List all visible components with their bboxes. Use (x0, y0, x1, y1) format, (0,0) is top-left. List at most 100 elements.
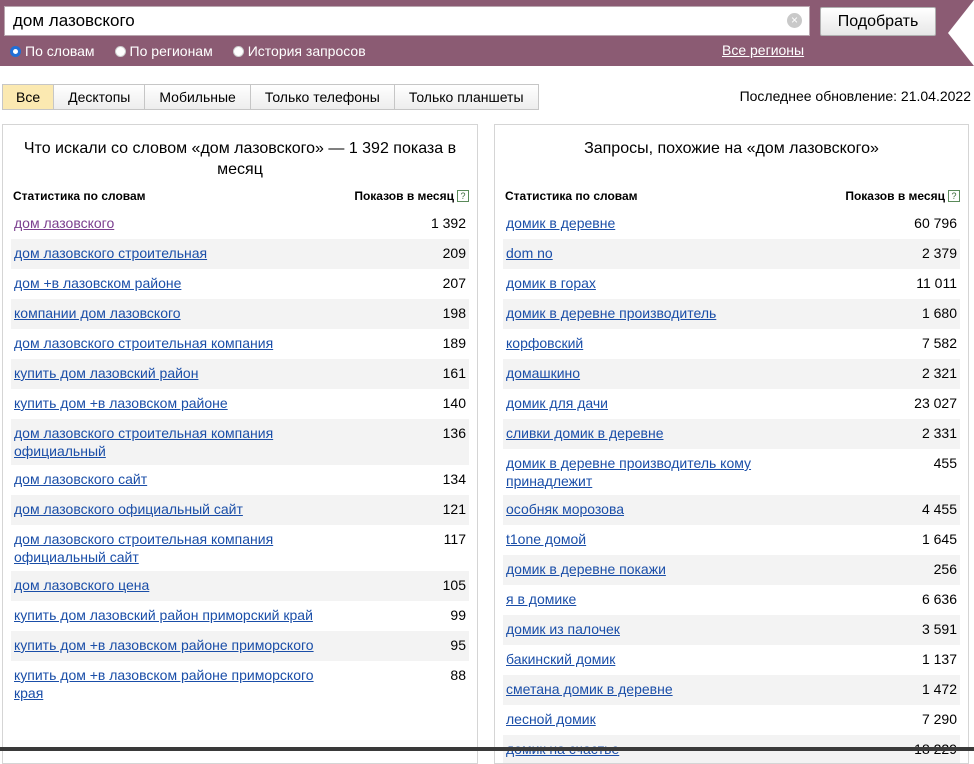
keyword-link[interactable]: домашкино (503, 359, 816, 387)
keyword-link[interactable]: домик в деревне производитель кому прина… (503, 449, 816, 495)
keyword-link[interactable]: купить дом лазовский район (11, 359, 324, 387)
keyword-link[interactable]: корфовский (503, 329, 816, 357)
keyword-link[interactable]: дом лазовского официальный сайт (11, 495, 324, 523)
keyword-link[interactable]: дом лазовского строительная компания (11, 329, 324, 357)
keyword-link[interactable]: купить дом лазовский район приморский кр… (11, 601, 324, 629)
impressions-count: 161 (442, 365, 466, 381)
radio-icon[interactable] (114, 45, 126, 57)
left-panel-title: Что искали со словом «дом лазовского» — … (23, 140, 457, 178)
radio-icon[interactable] (232, 45, 244, 57)
keyword-link[interactable]: дом лазовского строительная (11, 239, 324, 267)
header-notch (948, 0, 974, 66)
impressions-count: 2 331 (921, 425, 957, 441)
keyword-link[interactable]: домик для дачи (503, 389, 816, 417)
keyword-link[interactable]: сливки домик в деревне (503, 419, 816, 447)
clear-icon[interactable]: × (787, 13, 802, 28)
impressions-count: 1 680 (921, 305, 957, 321)
mode-by-regions[interactable]: По регионам (114, 43, 213, 59)
keyword-link[interactable]: домик в деревне покажи (503, 555, 816, 583)
impressions-count: 256 (933, 561, 957, 577)
table-row: домик в деревне производитель кому прина… (503, 449, 960, 495)
impressions-count: 60 796 (914, 215, 957, 231)
impressions-count: 2 379 (921, 245, 957, 261)
mode-by-words[interactable]: По словам (10, 43, 95, 59)
table-row: дом лазовского строительная 209 (11, 239, 469, 269)
impressions-count: 121 (442, 501, 466, 517)
keyword-link[interactable]: особняк морозова (503, 495, 816, 523)
table-row: купить дом +в лазовском районе приморско… (11, 661, 469, 707)
table-row: дом лазовского 1 392 (11, 209, 469, 239)
taskbar-edge (0, 747, 974, 751)
keyword-link[interactable]: бакинский домик (503, 645, 816, 673)
keyword-link[interactable]: t1one домой (503, 525, 816, 553)
left-keyword-list: дом лазовского 1 392 дом лазовского строит… (11, 209, 469, 707)
help-icon[interactable]: ? (457, 190, 469, 202)
keyword-link[interactable]: дом лазовского сайт (11, 465, 324, 493)
device-tabs: Все Десктопы Мобильные Только телефоны Т… (2, 84, 539, 110)
col-count-header: Показов в месяц? (845, 189, 960, 203)
keyword-link[interactable]: я в домике (503, 585, 816, 613)
mode-history[interactable]: История запросов (232, 43, 366, 59)
table-row: дом лазовского официальный сайт 121 (11, 495, 469, 525)
tab-all[interactable]: Все (3, 85, 55, 109)
radio-icon[interactable] (10, 45, 21, 57)
keyword-link[interactable]: дом +в лазовском районе (11, 269, 324, 297)
keyword-link[interactable]: дом лазовского строительная компания офи… (11, 525, 324, 571)
table-row: t1one домой 1 645 (503, 525, 960, 555)
keyword-link[interactable]: домик из палочек (503, 615, 816, 643)
tab-mobile[interactable]: Мобильные (145, 85, 251, 109)
keyword-link[interactable]: компании дом лазовского (11, 299, 324, 327)
search-input[interactable] (5, 7, 783, 35)
keyword-link[interactable]: купить дом +в лазовском районе (11, 389, 324, 417)
keyword-link[interactable]: дом лазовского (11, 209, 324, 237)
impressions-count: 99 (450, 607, 466, 623)
table-row: купить дом лазовский район 161 (11, 359, 469, 389)
keyword-link[interactable]: сметана домик в деревне (503, 675, 816, 703)
impressions-count: 95 (450, 637, 466, 653)
col-count-header: Показов в месяц? (354, 189, 469, 203)
all-regions-link[interactable]: Все регионы (722, 42, 804, 58)
impressions-count: 3 591 (921, 621, 957, 637)
table-row: лесной домик 7 290 (503, 705, 960, 735)
table-row: домик в деревне 60 796 (503, 209, 960, 239)
impressions-count: 1 472 (921, 681, 957, 697)
keyword-link[interactable]: купить дом +в лазовском районе приморско… (11, 631, 324, 659)
help-icon[interactable]: ? (948, 190, 960, 202)
impressions-count: 23 027 (914, 395, 957, 411)
keyword-link[interactable]: домик в деревне (503, 209, 816, 237)
table-row: дом лазовского строительная компания офи… (11, 525, 469, 571)
mode-label: По словам (25, 43, 95, 59)
table-row: особняк морозова 4 455 (503, 495, 960, 525)
impressions-count: 7 290 (921, 711, 957, 727)
keyword-link[interactable]: дом лазовского строительная компания офи… (11, 419, 324, 465)
col-count-label: Показов в месяц (354, 189, 454, 203)
tab-tablets-only[interactable]: Только планшеты (395, 85, 538, 109)
impressions-count: 134 (442, 471, 466, 487)
keyword-link[interactable]: домик в горах (503, 269, 816, 297)
table-row: компании дом лазовского 198 (11, 299, 469, 329)
impressions-count: 7 582 (921, 335, 957, 351)
impressions-count: 6 636 (921, 591, 957, 607)
impressions-count: 1 392 (430, 215, 466, 231)
keyword-link[interactable]: купить дом +в лазовском районе приморско… (11, 661, 324, 707)
keyword-link[interactable]: лесной домик (503, 705, 816, 733)
tab-phones-only[interactable]: Только телефоны (251, 85, 395, 109)
left-column-header: Статистика по словам Показов в месяц? (13, 189, 469, 207)
table-row: дом лазовского строительная компания 189 (11, 329, 469, 359)
keyword-link[interactable]: домик в деревне производитель (503, 299, 816, 327)
submit-button[interactable]: Подобрать (820, 7, 936, 36)
mode-label: История запросов (247, 43, 366, 59)
impressions-count: 4 455 (921, 501, 957, 517)
mode-label: По регионам (129, 43, 213, 59)
table-row: сметана домик в деревне 1 472 (503, 675, 960, 705)
tab-desktops[interactable]: Десктопы (54, 85, 146, 109)
keyword-link[interactable]: дом лазовского цена (11, 571, 324, 599)
table-row: купить дом +в лазовском районе 140 (11, 389, 469, 419)
table-row: домик в деревне покажи 256 (503, 555, 960, 585)
table-row: купить дом лазовский район приморский кр… (11, 601, 469, 631)
col-count-label: Показов в месяц (845, 189, 945, 203)
impressions-count: 140 (442, 395, 466, 411)
impressions-count: 117 (443, 531, 466, 547)
keyword-link[interactable]: dom no (503, 239, 816, 267)
table-row: dom no 2 379 (503, 239, 960, 269)
